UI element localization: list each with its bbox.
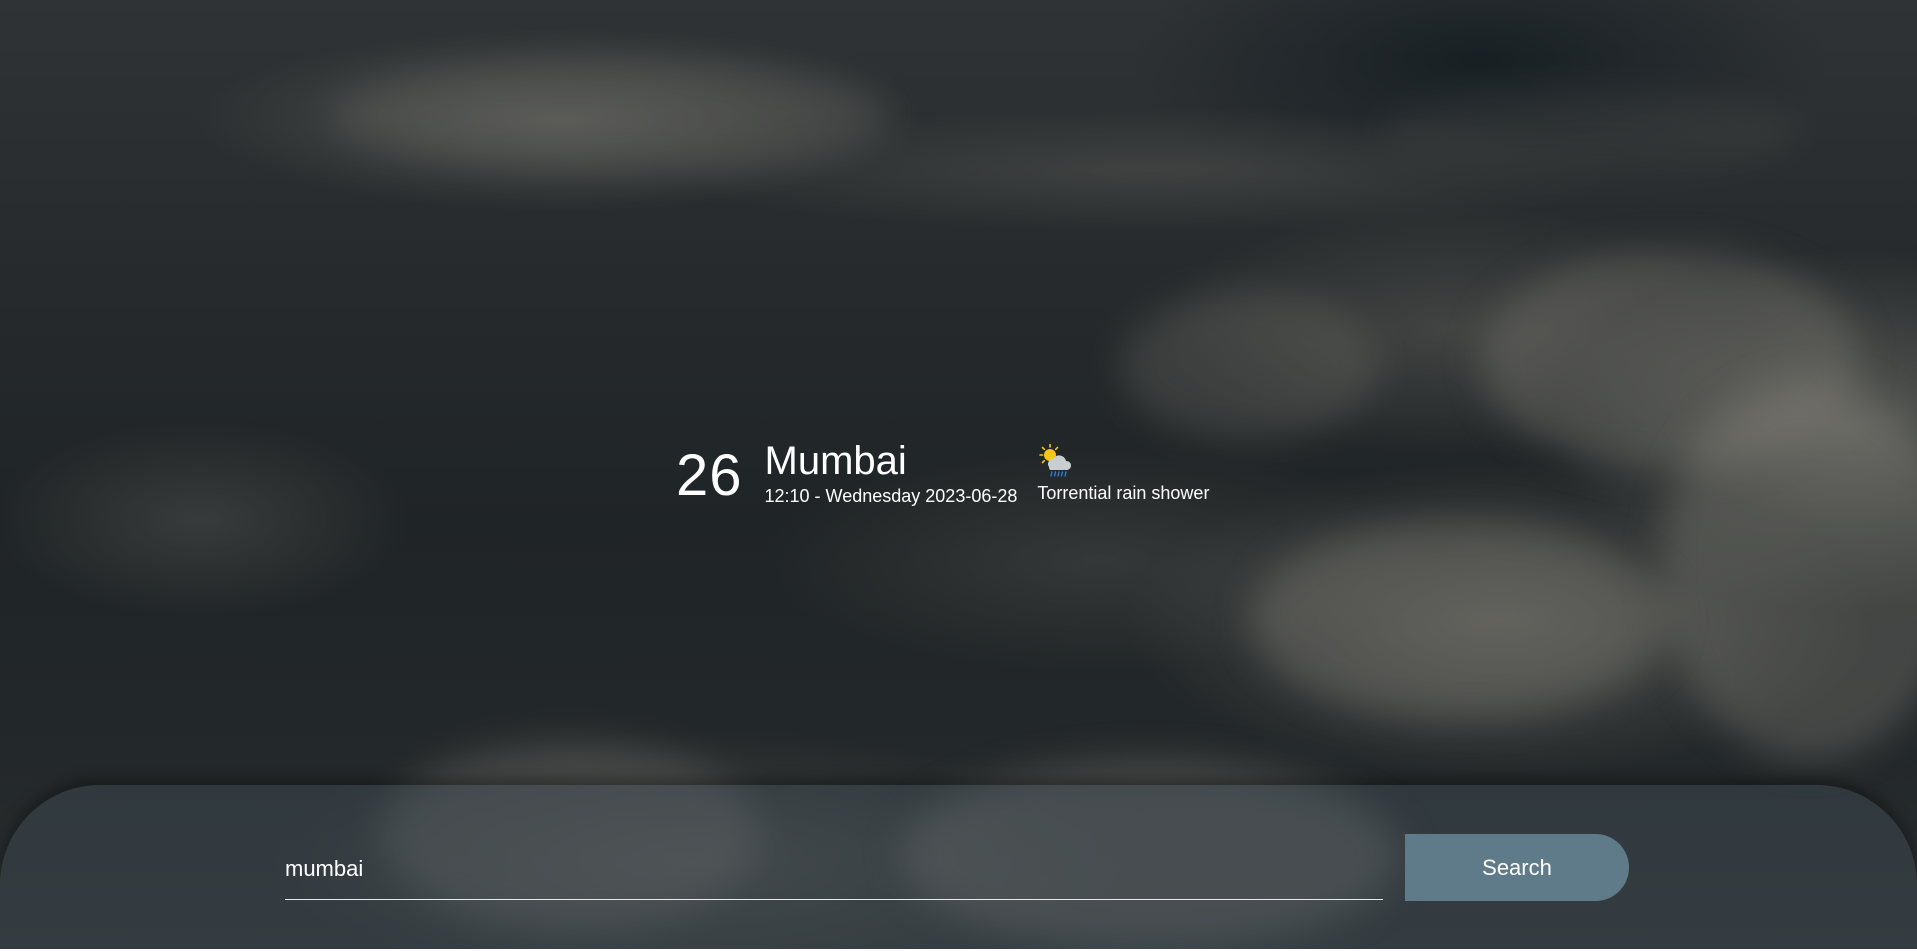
sun-cloud-rain-icon	[1039, 443, 1072, 477]
cloud-shape	[1120, 290, 1380, 440]
condition-text: Torrential rain shower	[1037, 483, 1210, 503]
search-button[interactable]: Search	[1405, 834, 1629, 901]
city-search-input[interactable]	[285, 838, 1383, 900]
temperature: 26	[676, 443, 743, 508]
condition-info: Torrential rain shower	[1037, 438, 1209, 504]
city-name: Mumbai	[764, 439, 907, 483]
cloud-shape	[1250, 520, 1670, 720]
location-info: Mumbai 12:10 - Wednesday 2023-06-28	[765, 438, 1018, 506]
current-weather: 26 Mumbai 12:10 - Wednesday 2023-06-28 T…	[676, 438, 1209, 518]
date-time: 12:10 - Wednesday 2023-06-28	[764, 486, 1018, 506]
cloud-shape	[1380, 90, 1800, 170]
cloud-shape	[330, 60, 890, 170]
